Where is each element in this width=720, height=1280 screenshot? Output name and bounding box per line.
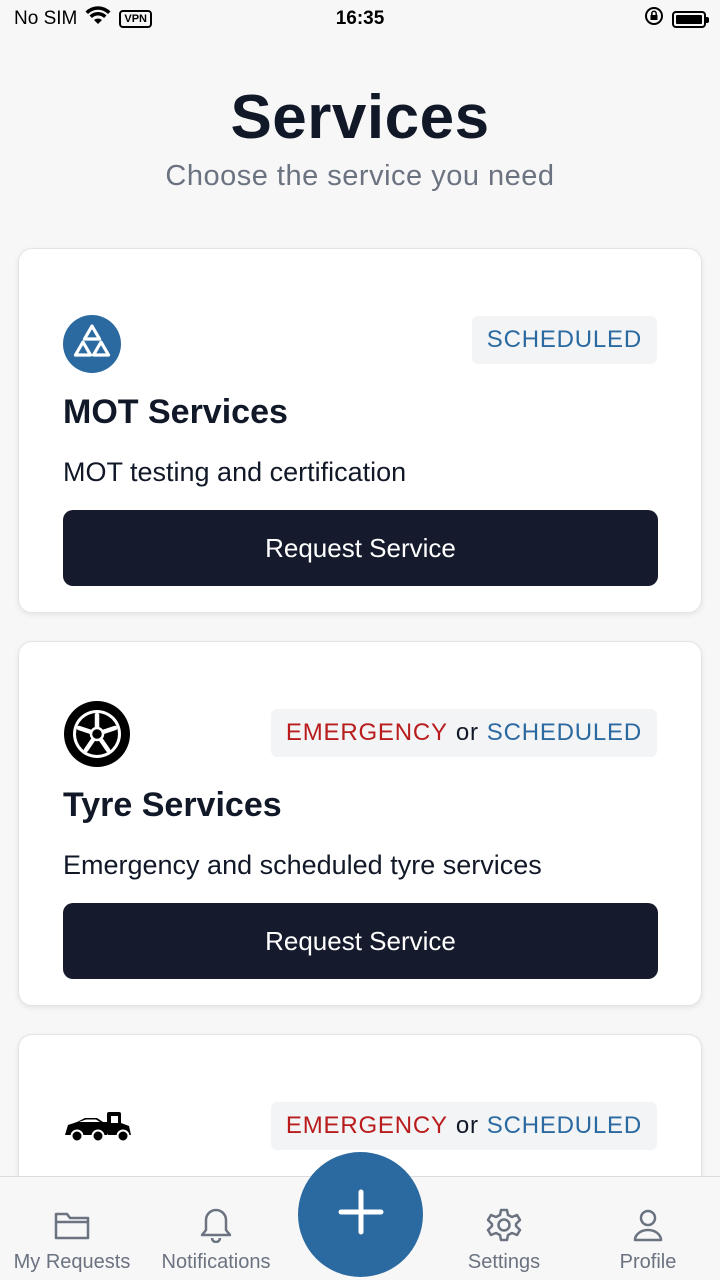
add-request-button[interactable] — [298, 1152, 423, 1277]
wifi-icon — [85, 6, 111, 32]
badge-or-text: or — [455, 719, 479, 746]
tow-truck-icon — [63, 1109, 133, 1148]
badge-emergency-text: EMERGENCY — [285, 719, 448, 746]
request-service-button[interactable]: Request Service — [63, 510, 658, 586]
nav-label: My Requests — [13, 1251, 131, 1273]
emergency-or-scheduled-badge: EMERGENCY or SCHEDULED — [270, 709, 657, 757]
page-subtitle: Choose the service you need — [165, 160, 555, 192]
bell-icon — [196, 1205, 236, 1245]
badge-scheduled-text: SCHEDULED — [486, 719, 642, 746]
status-right — [644, 6, 709, 32]
badge-or-text: or — [455, 1112, 479, 1139]
request-service-button[interactable]: Request Service — [63, 903, 658, 979]
nav-label: Settings — [467, 1251, 541, 1273]
card-description: MOT testing and certification — [63, 457, 407, 487]
scheduled-badge: SCHEDULED — [471, 316, 657, 364]
emergency-or-scheduled-badge: EMERGENCY or SCHEDULED — [270, 1102, 657, 1150]
service-card-mot: SCHEDULED MOT Services MOT testing and c… — [18, 248, 702, 613]
person-icon — [628, 1205, 668, 1245]
card-description: Emergency and scheduled tyre services — [63, 850, 542, 880]
nav-profile[interactable]: Profile — [576, 1177, 720, 1280]
badge-emergency-text: EMERGENCY — [285, 1112, 448, 1139]
nav-notifications[interactable]: Notifications — [144, 1177, 288, 1280]
status-left: No SIM VPN — [14, 6, 152, 32]
plus-icon — [338, 1189, 384, 1240]
badge-scheduled-text: SCHEDULED — [486, 1112, 642, 1139]
carrier-label: No SIM — [14, 8, 78, 29]
gear-icon — [484, 1205, 524, 1245]
folder-icon — [52, 1205, 92, 1245]
card-title: Tyre Services — [63, 786, 282, 824]
service-card-tyre: EMERGENCY or SCHEDULED Tyre Services Eme… — [18, 641, 702, 1006]
vpn-badge: VPN — [119, 10, 152, 28]
nav-label: Notifications — [161, 1251, 271, 1273]
battery-icon — [672, 10, 709, 28]
card-title: MOT Services — [63, 393, 288, 431]
badge-scheduled-text: SCHEDULED — [486, 326, 642, 353]
nav-settings[interactable]: Settings — [432, 1177, 576, 1280]
tyre-icon — [63, 700, 131, 773]
orientation-lock-icon — [644, 6, 664, 32]
nav-my-requests[interactable]: My Requests — [0, 1177, 144, 1280]
nav-label: Profile — [619, 1251, 677, 1273]
page-title: Services — [230, 83, 490, 152]
mot-triangles-icon — [63, 315, 121, 378]
status-bar: No SIM VPN 16:35 — [0, 0, 720, 38]
